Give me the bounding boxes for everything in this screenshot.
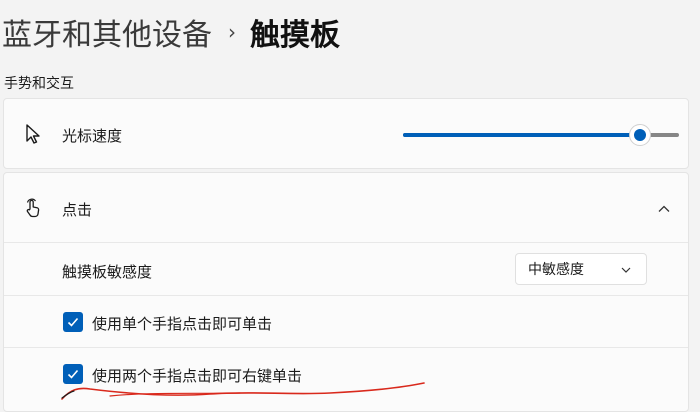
single-finger-tap-label[interactable]: 使用单个手指点击即可单击 [92, 313, 272, 334]
breadcrumb-parent-link[interactable]: 蓝牙和其他设备 [2, 10, 212, 54]
checkmark-icon [67, 369, 79, 379]
chevron-down-icon [621, 267, 631, 273]
pointer-speed-slider[interactable] [403, 124, 679, 146]
tap-settings-card: 点击 触摸板敏感度 中敏感度 使用单个手指点击即可单击 使用两个手指点击即可右键… [3, 172, 689, 412]
page-title: 触摸板 [250, 18, 340, 53]
divider [4, 347, 688, 348]
breadcrumb-separator: › [228, 20, 236, 44]
tap-section-header[interactable]: 点击 [4, 173, 688, 241]
tap-hand-icon [26, 198, 40, 218]
touchpad-sensitivity-dropdown[interactable]: 中敏感度 [515, 253, 647, 285]
pointer-speed-label: 光标速度 [62, 127, 123, 145]
mouse-pointer-icon [26, 124, 40, 144]
touchpad-sensitivity-label: 触摸板敏感度 [62, 263, 153, 281]
two-finger-tap-label[interactable]: 使用两个手指点击即可右键单击 [92, 365, 302, 386]
divider [4, 242, 688, 243]
pointer-speed-card: 光标速度 [3, 98, 689, 169]
divider [4, 295, 688, 296]
checkmark-icon [67, 317, 79, 327]
two-finger-tap-checkbox[interactable] [63, 364, 83, 384]
tap-section-label: 点击 [62, 201, 93, 219]
breadcrumb: 蓝牙和其他设备 › 触摸板 [2, 8, 340, 56]
single-finger-tap-checkbox[interactable] [63, 312, 83, 332]
slider-fill [403, 133, 641, 137]
chevron-up-icon[interactable] [656, 201, 672, 217]
section-title: 手势和交互 [4, 76, 74, 92]
dropdown-selected-value: 中敏感度 [528, 262, 584, 278]
slider-thumb[interactable] [629, 124, 652, 146]
